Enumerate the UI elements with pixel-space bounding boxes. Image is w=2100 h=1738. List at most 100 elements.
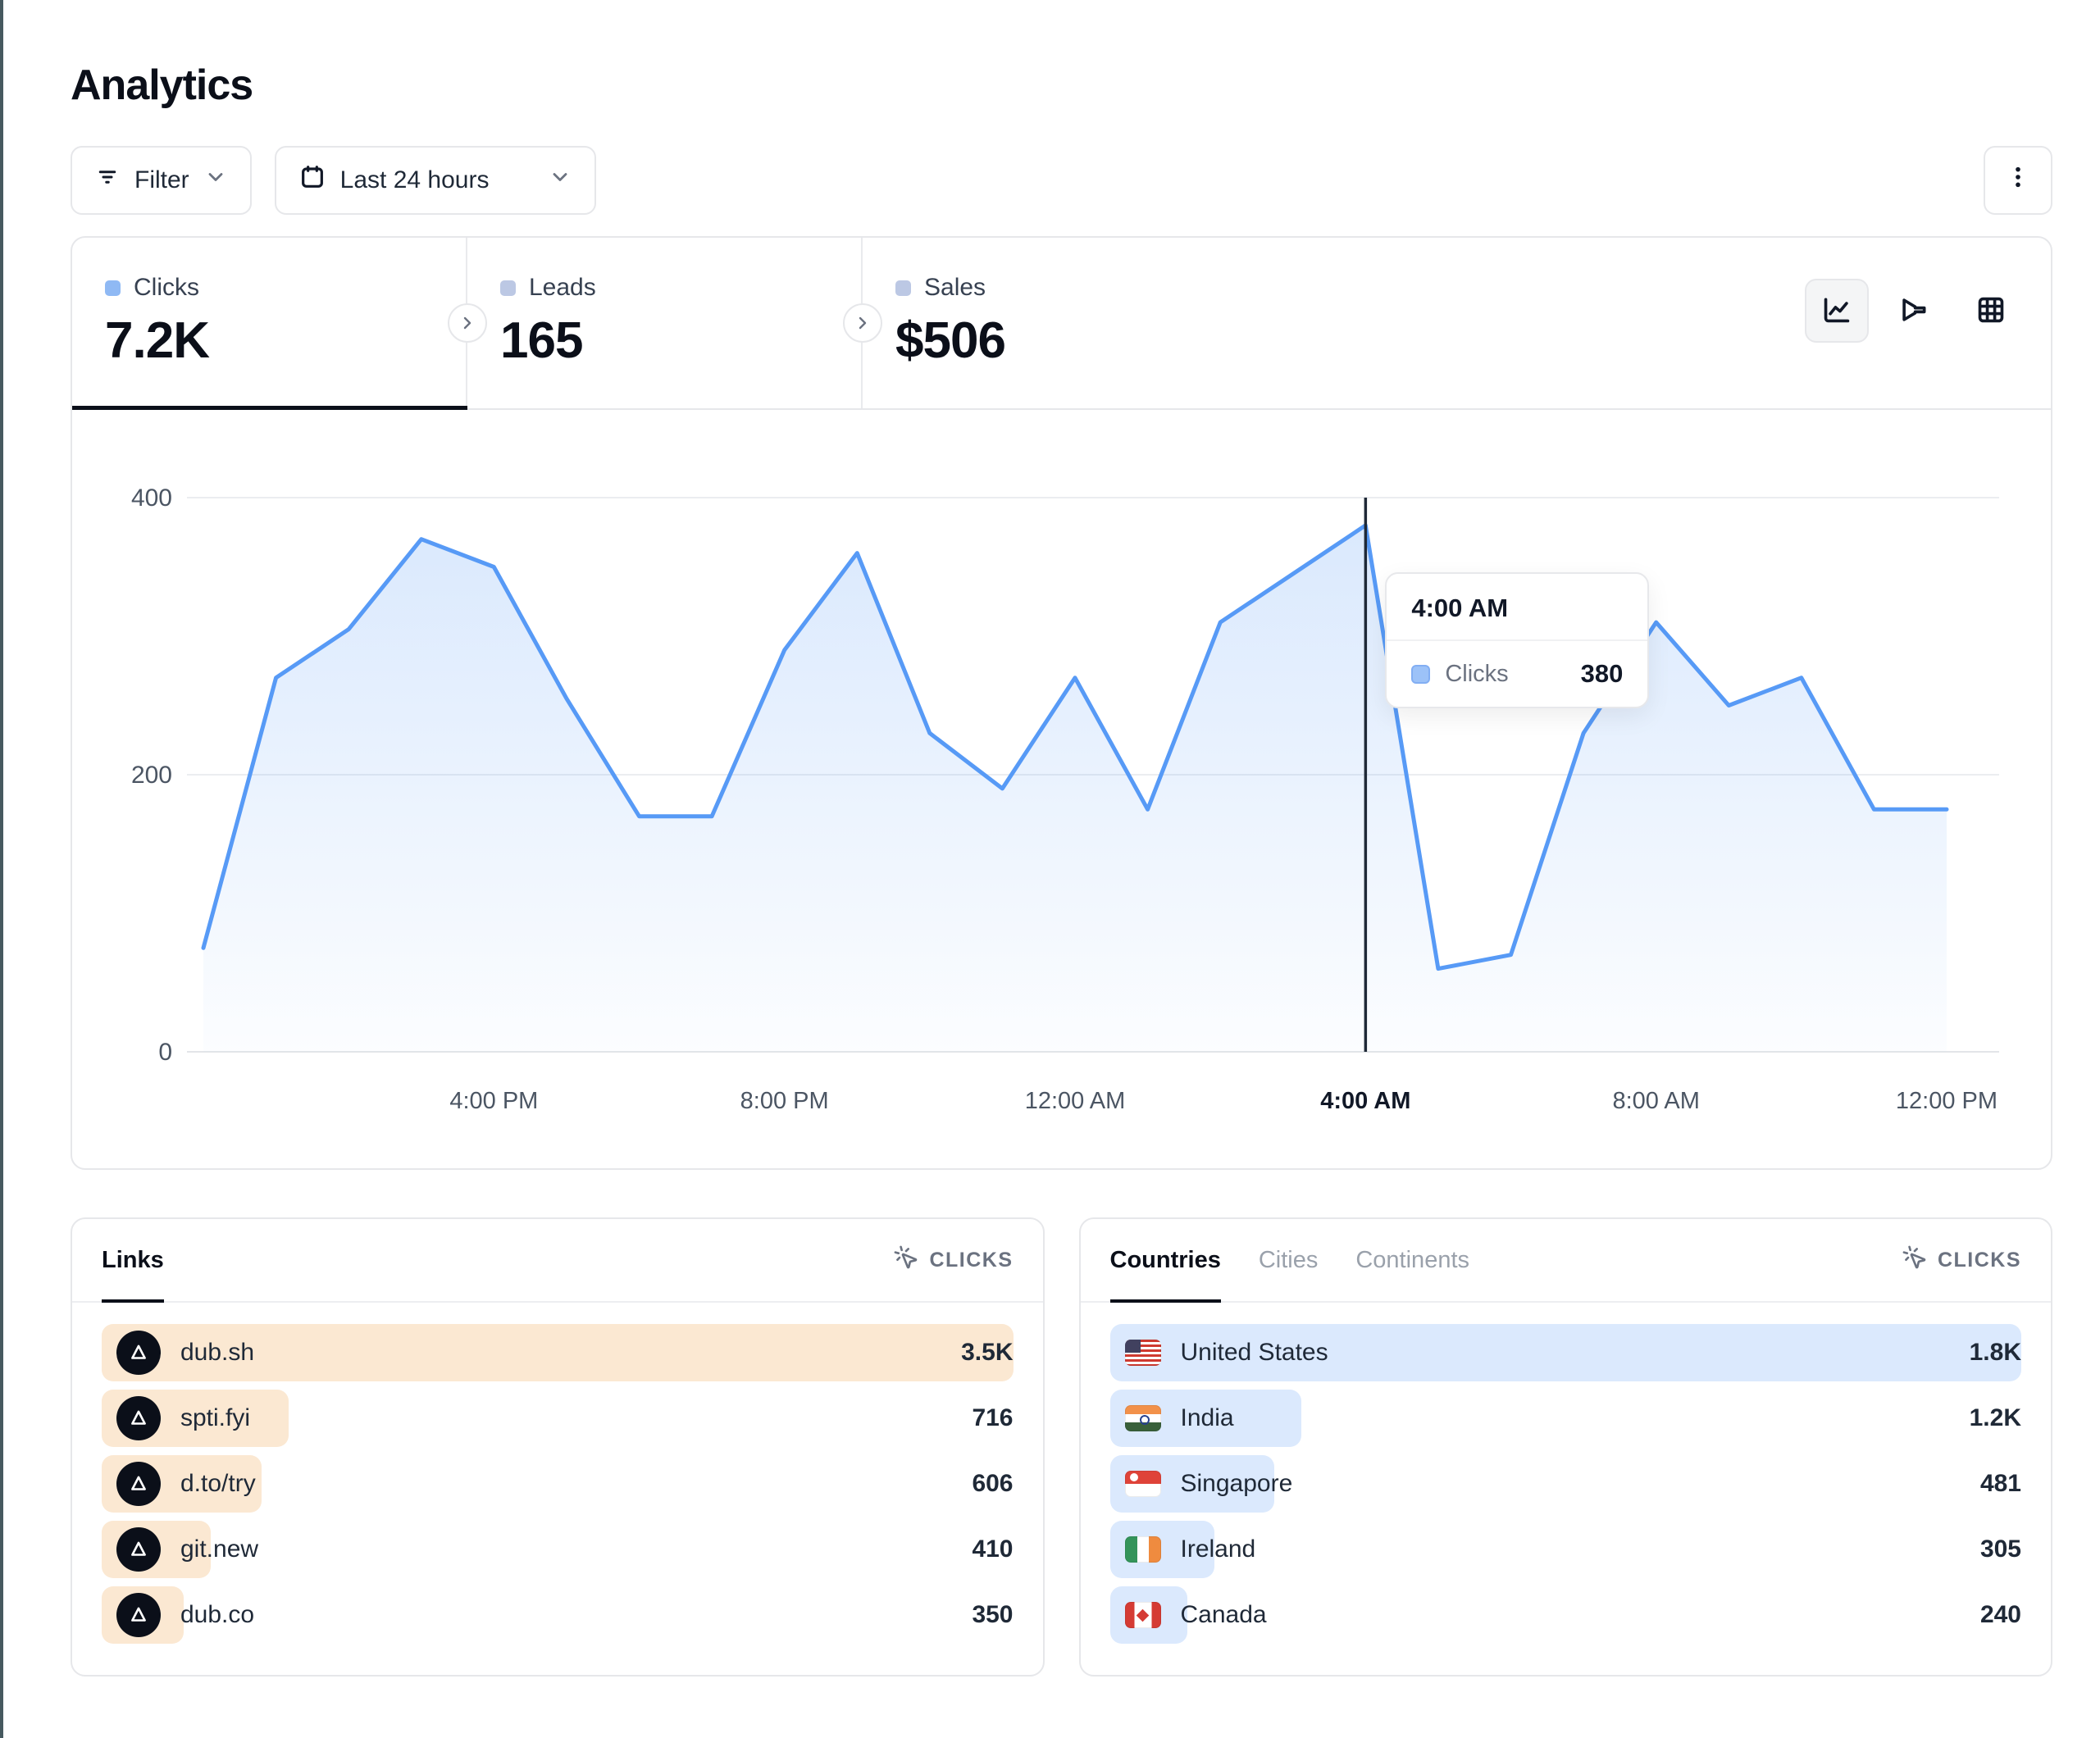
country-label: Ireland [1181, 1536, 1256, 1563]
stat-tab-clicks[interactable]: Clicks 7.2K [72, 238, 467, 408]
stat-label: Sales [924, 274, 986, 302]
y-axis-tick-label: 400 [131, 485, 172, 512]
filter-button-label: Filter [134, 166, 189, 194]
next-metric-chevron-button[interactable] [843, 303, 882, 343]
line-chart-icon [1821, 294, 1852, 328]
next-metric-chevron-button[interactable] [448, 303, 487, 343]
clicks-chart-area[interactable]: 0 200 400 4:00 PM 8:00 PM 12:00 AM 4:00 AM 8:00… [72, 410, 2051, 1168]
stat-value: 165 [500, 312, 863, 370]
tooltip-series-label: Clicks [1445, 661, 1508, 688]
stat-tab-leads[interactable]: Leads 165 [467, 238, 863, 408]
dub-logo-icon [116, 1593, 161, 1637]
dub-logo-icon [116, 1462, 161, 1506]
chevron-down-icon [549, 166, 572, 195]
x-axis-tick-label: 8:00 AM [1612, 1088, 1699, 1114]
chevron-down-icon [204, 166, 227, 195]
links-metric-label: CLICKS [929, 1249, 1013, 1272]
country-value: 240 [1980, 1601, 2021, 1629]
toolbar: Filter Last 24 hours [71, 146, 2052, 215]
tooltip-time: 4:00 AM [1387, 574, 1647, 641]
analytics-card: Clicks 7.2K Leads 165 Sales $506 [71, 236, 2052, 1170]
page-title: Analytics [71, 0, 2052, 110]
ie-flag-icon [1125, 1536, 1161, 1563]
stat-value: 7.2K [105, 312, 467, 370]
country-row[interactable]: Singapore 481 [1110, 1455, 2022, 1513]
tooltip-value: 380 [1581, 659, 1624, 689]
table-grid-icon [1975, 294, 2007, 328]
x-axis-tick-label: 4:00 PM [449, 1088, 538, 1114]
link-label: dub.co [180, 1601, 254, 1629]
left-edge-accent [0, 0, 3, 1738]
link-row[interactable]: spti.fyi 716 [102, 1390, 1014, 1447]
more-options-button[interactable] [1984, 146, 2052, 215]
stat-tab-sales[interactable]: Sales $506 [863, 238, 1258, 408]
country-value: 481 [1980, 1470, 2021, 1498]
link-value: 3.5K [961, 1339, 1013, 1367]
links-panel-tabs: Links [102, 1219, 164, 1301]
x-axis-tick-label: 4:00 AM [1320, 1088, 1410, 1114]
country-row[interactable]: United States 1.8K [1110, 1324, 2022, 1381]
kebab-menu-icon [2005, 164, 2031, 197]
chart-tooltip: 4:00 AM Clicks 380 [1385, 572, 1649, 708]
link-label: d.to/try [180, 1470, 256, 1498]
link-row[interactable]: d.to/try 606 [102, 1455, 1014, 1513]
funnel-chart-view-button[interactable] [1882, 279, 1946, 343]
country-value: 305 [1980, 1536, 2021, 1563]
chart-view-toggle [1805, 279, 2023, 343]
calendar-icon [299, 164, 326, 197]
click-cursor-icon [893, 1244, 919, 1276]
link-row[interactable]: dub.co 350 [102, 1586, 1014, 1644]
countries-list: United States 1.8K India 1.2K Singapore … [1081, 1303, 2052, 1644]
country-value: 1.8K [1970, 1339, 2021, 1367]
stat-label: Clicks [134, 274, 199, 302]
links-list: dub.sh 3.5K spti.fyi 716 d.to/try 606 gi… [72, 1303, 1043, 1644]
tab-links[interactable]: Links [102, 1219, 164, 1301]
filter-icon [95, 165, 120, 196]
tab-continents[interactable]: Continents [1355, 1219, 1469, 1301]
stat-label: Leads [529, 274, 596, 302]
stats-tabs: Clicks 7.2K Leads 165 Sales $506 [72, 238, 2051, 410]
funnel-chart-icon [1898, 294, 1929, 328]
links-metric[interactable]: CLICKS [893, 1244, 1013, 1276]
countries-metric[interactable]: CLICKS [1902, 1244, 2021, 1276]
clicks-legend-square [1411, 665, 1430, 684]
tab-cities[interactable]: Cities [1259, 1219, 1319, 1301]
date-range-label: Last 24 hours [340, 166, 490, 194]
date-range-button[interactable]: Last 24 hours [275, 146, 596, 215]
link-label: dub.sh [180, 1339, 254, 1367]
y-axis-tick-label: 200 [131, 762, 172, 789]
dub-logo-icon [116, 1331, 161, 1375]
clicks-area-fill [203, 525, 1947, 1052]
ca-flag-icon [1125, 1602, 1161, 1628]
click-cursor-icon [1902, 1244, 1928, 1276]
link-value: 606 [972, 1470, 1013, 1498]
stat-value: $506 [895, 312, 1258, 370]
stat-legend-square [500, 280, 516, 296]
us-flag-icon [1125, 1340, 1161, 1366]
country-label: Singapore [1181, 1470, 1293, 1498]
country-label: Canada [1181, 1601, 1267, 1629]
filter-button[interactable]: Filter [71, 146, 252, 215]
table-view-button[interactable] [1959, 279, 2023, 343]
link-label: spti.fyi [180, 1404, 250, 1432]
countries-metric-label: CLICKS [1938, 1249, 2021, 1272]
link-row[interactable]: dub.sh 3.5K [102, 1324, 1014, 1381]
link-value: 410 [972, 1536, 1013, 1563]
line-chart-view-button[interactable] [1805, 279, 1869, 343]
stat-legend-square [895, 280, 911, 296]
link-value: 350 [972, 1601, 1013, 1629]
clicks-area-chart: 0 200 400 4:00 PM 8:00 PM 12:00 AM 4:00 AM 8:00… [72, 410, 2048, 1168]
country-row[interactable]: Ireland 305 [1110, 1521, 2022, 1578]
country-value: 1.2K [1970, 1404, 2021, 1432]
country-row[interactable]: Canada 240 [1110, 1586, 2022, 1644]
link-row[interactable]: git.new 410 [102, 1521, 1014, 1578]
countries-panel: Countries Cities Continents CLICKS United … [1079, 1217, 2053, 1677]
link-value: 716 [972, 1404, 1013, 1432]
x-axis-tick-label: 12:00 AM [1025, 1088, 1126, 1114]
country-label: India [1181, 1404, 1234, 1432]
country-row[interactable]: India 1.2K [1110, 1390, 2022, 1447]
tab-countries[interactable]: Countries [1110, 1219, 1221, 1301]
sg-flag-icon [1125, 1471, 1161, 1497]
y-axis-tick-label: 0 [158, 1039, 172, 1066]
x-axis-tick-label: 8:00 PM [740, 1088, 829, 1114]
